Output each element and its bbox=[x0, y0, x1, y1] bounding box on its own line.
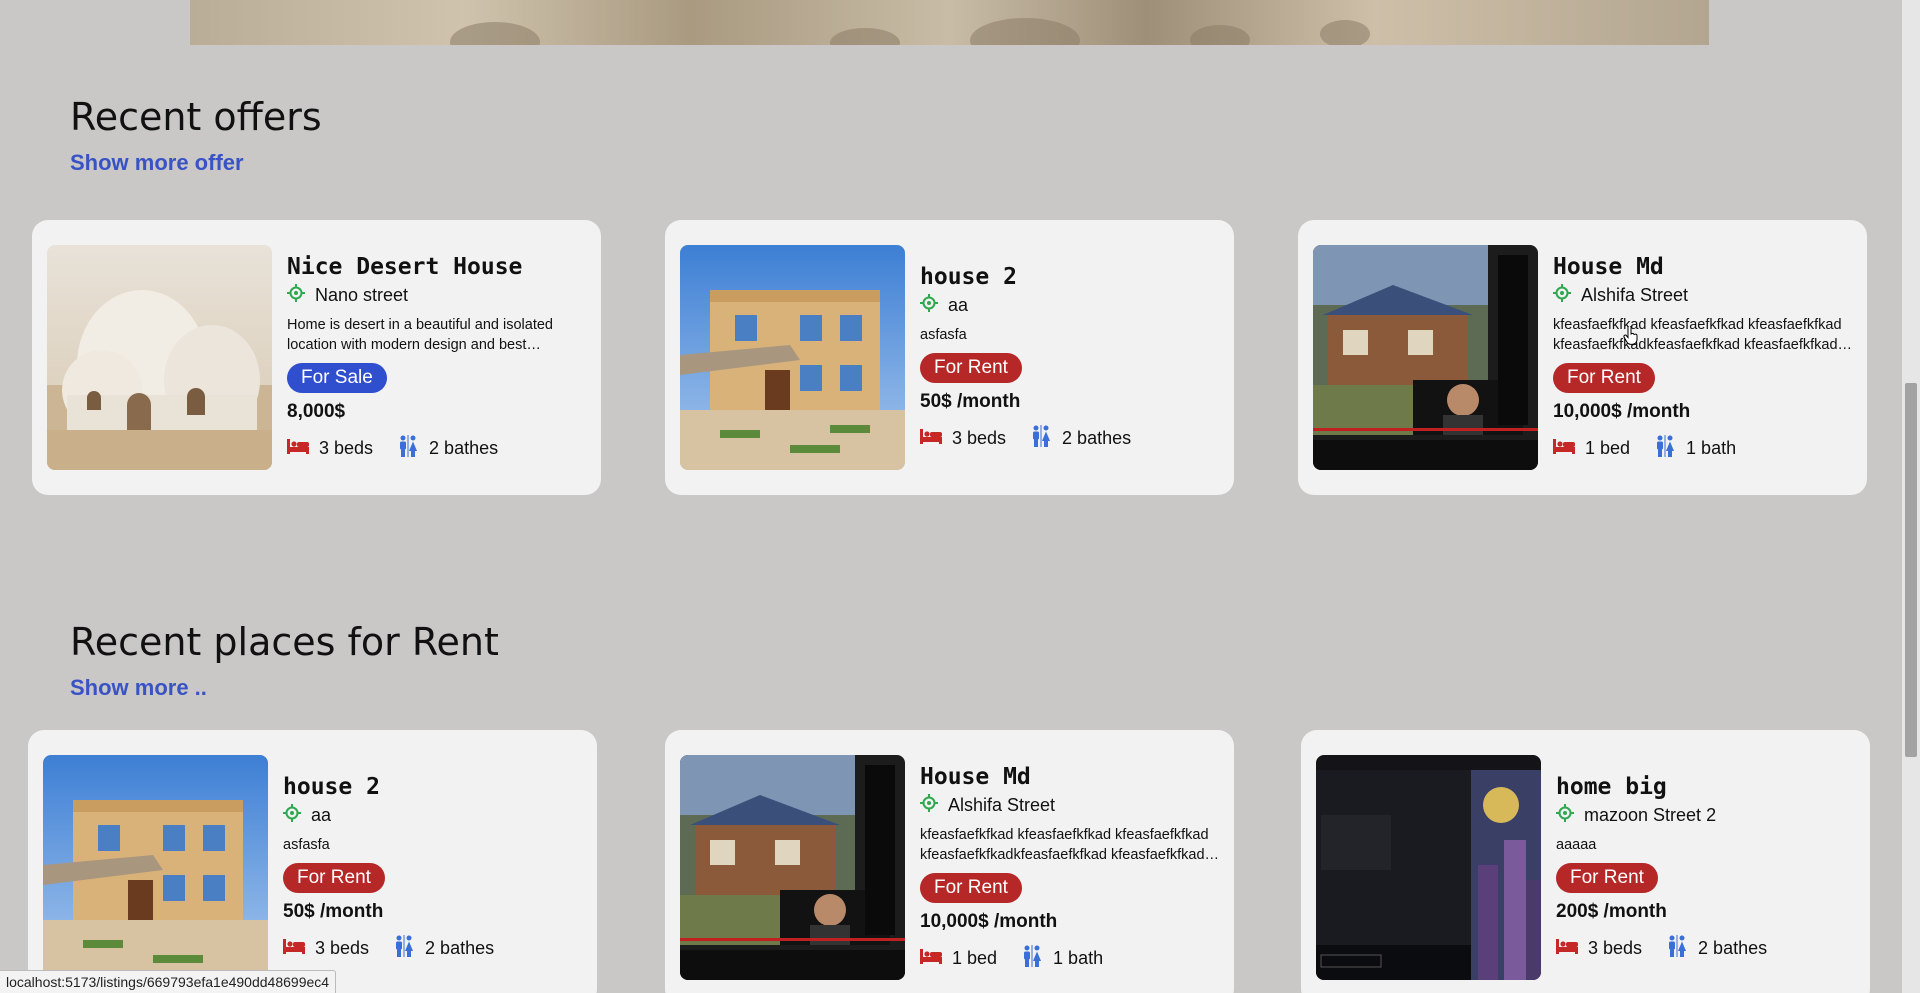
status-badge: For Rent bbox=[920, 872, 1022, 903]
beds-count: 3 beds bbox=[1588, 937, 1643, 958]
status-badge: For Rent bbox=[1556, 862, 1658, 893]
listing-description: aaaaa bbox=[1556, 836, 1597, 853]
listing-address: aa bbox=[311, 804, 332, 825]
beds-count: 3 beds bbox=[315, 937, 370, 958]
scrollbar-thumb[interactable] bbox=[1905, 383, 1917, 757]
offers-title: Recent offers bbox=[70, 95, 322, 139]
baths-count: 2 bathes bbox=[429, 437, 499, 458]
listing-price: 50$ /month bbox=[283, 900, 384, 922]
bath-icon bbox=[1021, 944, 1043, 972]
status-badge: For Rent bbox=[1553, 362, 1655, 393]
listing-address: mazoon Street 2 bbox=[1584, 804, 1717, 825]
location-icon bbox=[920, 293, 938, 317]
bed-icon bbox=[920, 947, 942, 970]
listing-price: 10,000$ /month bbox=[1553, 400, 1691, 422]
listing-description: kfeasfaefkfkad kfeasfaefkfkad kfeasfaefk… bbox=[1553, 316, 1842, 353]
bath-icon bbox=[393, 934, 415, 962]
beds-count: 1 bed bbox=[1585, 437, 1631, 458]
listing-address: Nano street bbox=[315, 284, 409, 305]
beds-count: 3 beds bbox=[319, 437, 374, 458]
bed-icon bbox=[283, 937, 305, 960]
listing-title: house 2 bbox=[920, 263, 1017, 290]
location-icon bbox=[920, 793, 938, 817]
listing-title: Nice Desert House bbox=[287, 253, 523, 280]
listing-price: 200$ /month bbox=[1556, 900, 1667, 922]
status-bar-url: localhost:5173/listings/669793efa1e490dd… bbox=[0, 970, 337, 993]
listing-description: kfeasfaefkfkad kfeasfaefkfkad kfeasfaefk… bbox=[920, 826, 1209, 863]
listing-thumbnail-house-2[interactable] bbox=[680, 245, 905, 470]
bed-icon bbox=[287, 437, 309, 460]
listing-thumbnail-desert-house[interactable] bbox=[47, 245, 272, 470]
status-badge: For Sale bbox=[287, 362, 387, 393]
location-icon bbox=[1556, 803, 1574, 827]
show-more-offers-link[interactable]: Show more offer bbox=[70, 150, 244, 176]
show-more-rent-link[interactable]: Show more .. bbox=[70, 675, 207, 701]
listing-card[interactable]: home big mazoon Street 2 aaaaa For Rent … bbox=[1301, 730, 1870, 993]
baths-count: 1 bath bbox=[1053, 947, 1104, 968]
listing-title: home big bbox=[1556, 773, 1667, 800]
listing-address: Alshifa Street bbox=[948, 794, 1056, 815]
rent-title: Recent places for Rent bbox=[70, 620, 499, 664]
listing-card[interactable]: House Md Alshifa Street kfeasfaefkfkad k… bbox=[665, 730, 1234, 993]
listing-card[interactable]: house 2 aa asfasfa For Rent 50$ /month 3… bbox=[665, 220, 1234, 495]
bath-icon bbox=[397, 434, 419, 462]
listing-description: Home is desert in a beautiful and isolat… bbox=[287, 316, 553, 353]
listing-card[interactable]: House Md Alshifa Street kfeasfaefkfkad k… bbox=[1298, 220, 1867, 495]
bed-icon bbox=[1553, 437, 1575, 460]
hand-cursor-icon bbox=[1623, 325, 1639, 351]
listing-title: House Md bbox=[920, 763, 1031, 790]
listing-description: asfasfa bbox=[920, 326, 967, 343]
bed-icon bbox=[1556, 937, 1578, 960]
listing-price: 10,000$ /month bbox=[920, 910, 1058, 932]
listing-thumbnail-house-md[interactable] bbox=[680, 755, 905, 980]
listing-thumbnail-house-2[interactable] bbox=[43, 755, 268, 980]
listing-address: Alshifa Street bbox=[1581, 284, 1689, 305]
beds-count: 1 bed bbox=[952, 947, 998, 968]
listing-price: 50$ /month bbox=[920, 390, 1021, 412]
listing-price: 8,000$ bbox=[287, 400, 346, 422]
bed-icon bbox=[920, 427, 942, 450]
baths-count: 1 bath bbox=[1686, 437, 1737, 458]
listing-title: House Md bbox=[1553, 253, 1664, 280]
listing-thumbnail-home-big[interactable] bbox=[1316, 755, 1541, 980]
listing-card[interactable]: Nice Desert House Nano street Home is de… bbox=[32, 220, 601, 495]
baths-count: 2 bathes bbox=[1698, 937, 1768, 958]
listing-description: asfasfa bbox=[283, 836, 330, 853]
location-icon bbox=[283, 803, 301, 827]
location-icon bbox=[287, 283, 305, 307]
bath-icon bbox=[1666, 934, 1688, 962]
location-icon bbox=[1553, 283, 1571, 307]
listing-thumbnail-house-md[interactable] bbox=[1313, 245, 1538, 470]
bath-icon bbox=[1030, 424, 1052, 452]
bath-icon bbox=[1654, 434, 1676, 462]
listing-card[interactable]: house 2 aa asfasfa For Rent 50$ /month 3… bbox=[28, 730, 597, 993]
status-badge: For Rent bbox=[920, 352, 1022, 383]
baths-count: 2 bathes bbox=[425, 937, 495, 958]
listing-address: aa bbox=[948, 294, 969, 315]
listing-title: house 2 bbox=[283, 773, 380, 800]
status-badge: For Rent bbox=[283, 862, 385, 893]
hero-image bbox=[190, 0, 1709, 45]
beds-count: 3 beds bbox=[952, 427, 1007, 448]
baths-count: 2 bathes bbox=[1062, 427, 1132, 448]
